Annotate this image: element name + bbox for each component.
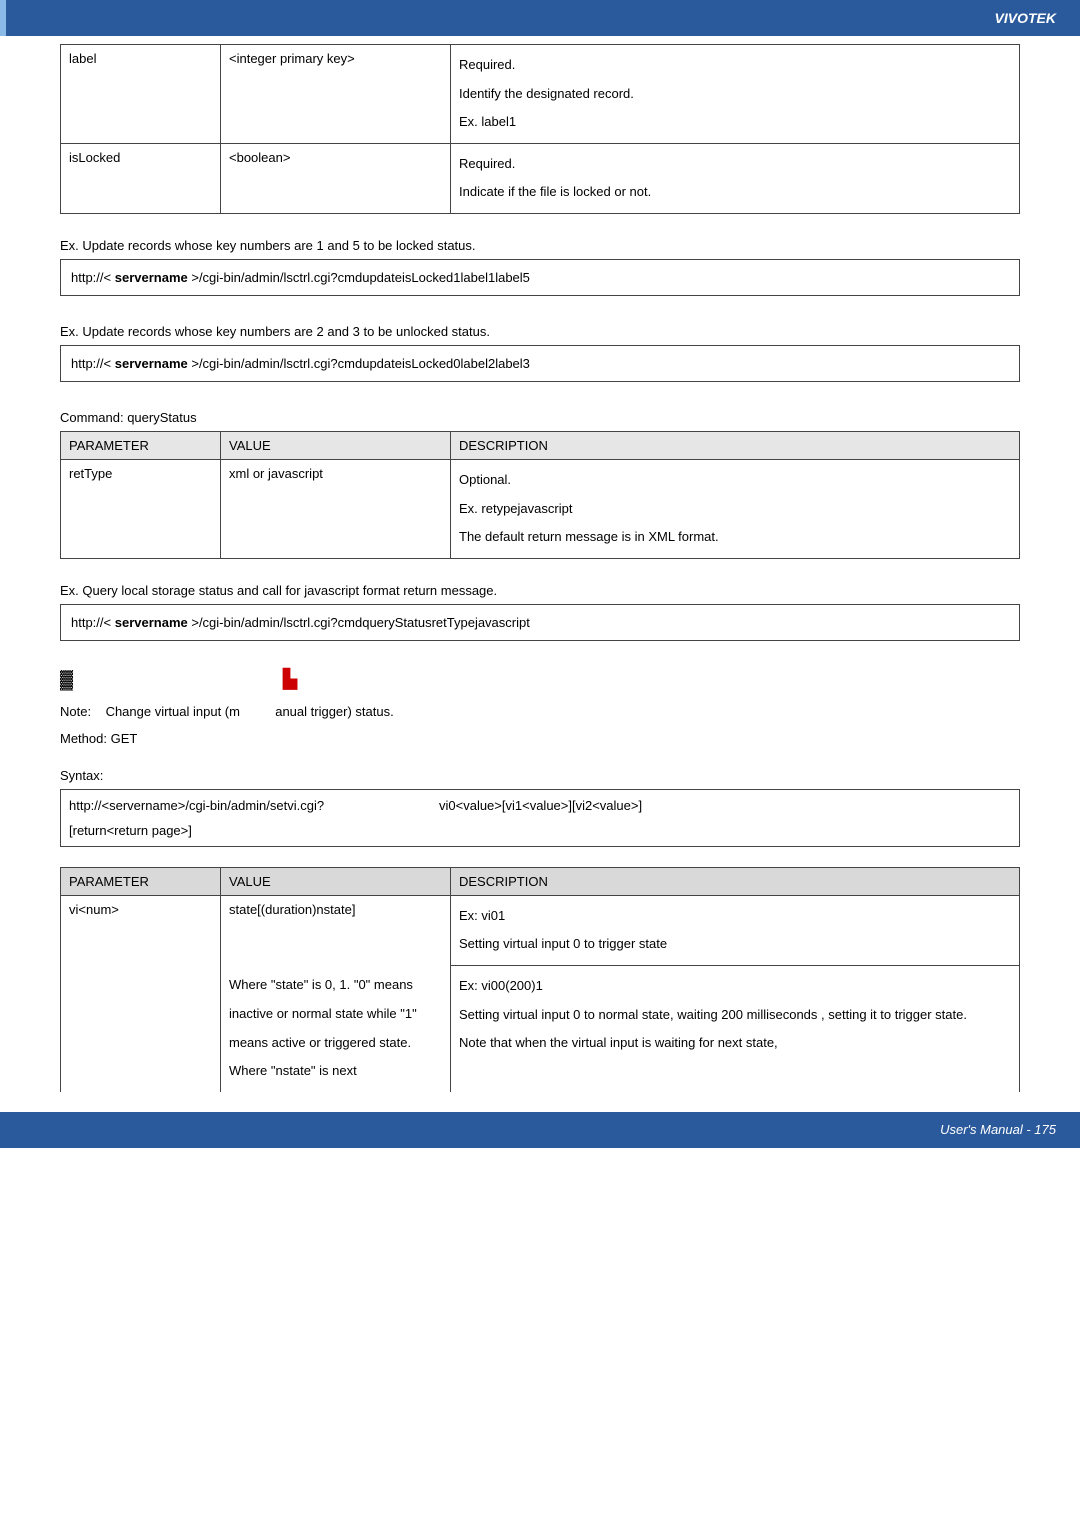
cell-param: isLocked [61, 143, 221, 213]
cell-param: vi<num> [61, 895, 221, 1092]
col-parameter: PARAMETER [61, 867, 221, 895]
section-decorative-glyphs: ▓ ▙ [60, 669, 1020, 690]
page-content: label <integer primary key> Required. Id… [0, 36, 1080, 1092]
cell-value: <boolean> [221, 143, 451, 213]
glyph-icon: ▙ [283, 669, 297, 690]
code-servername: servername [115, 356, 188, 371]
cell-desc-text: Required. Indicate if the file is locked… [459, 150, 1011, 207]
table-header-row: PARAMETER VALUE DESCRIPTION [61, 431, 1020, 459]
example-3-caption: Ex. Query local storage status and call … [60, 583, 1020, 598]
col-value: VALUE [221, 431, 451, 459]
header-bar: VIVOTEK [0, 0, 1080, 36]
example-3-code: http://< servername >/cgi-bin/admin/lsct… [60, 604, 1020, 641]
code-prefix: http://< [71, 615, 115, 630]
table-row: retType xml or javascript Optional. Ex. … [61, 459, 1020, 558]
note-body-part2: anual trigger) status. [275, 704, 394, 719]
syntax-label: Syntax: [60, 768, 1020, 783]
cell-desc-top-text: Ex: vi01 Setting virtual input 0 to trig… [459, 902, 1011, 959]
table-row: label <integer primary key> Required. Id… [61, 45, 1020, 144]
code-prefix: http://< [71, 356, 115, 371]
example-2-caption: Ex. Update records whose key numbers are… [60, 324, 1020, 339]
col-description: DESCRIPTION [451, 867, 1020, 895]
footer-bar: User's Manual - 175 [0, 1112, 1080, 1148]
cell-value: <integer primary key> [221, 45, 451, 144]
table-row: isLocked <boolean> Required. Indicate if… [61, 143, 1020, 213]
code-prefix: http://< [71, 270, 115, 285]
cell-value-rest-text: Where "state" is 0, 1. "0" means inactiv… [229, 971, 442, 1085]
example-1-caption: Ex. Update records whose key numbers are… [60, 238, 1020, 253]
code-suffix: >/cgi-bin/admin/lsctrl.cgi?cmdqueryStatu… [188, 615, 530, 630]
code-servername: servername [115, 270, 188, 285]
col-value: VALUE [221, 867, 451, 895]
cell-desc: Optional. Ex. retypejavascript The defau… [451, 459, 1020, 558]
col-description: DESCRIPTION [451, 431, 1020, 459]
cell-desc-bottom-text: Ex: vi00(200)1 Setting virtual input 0 t… [459, 972, 1011, 1058]
cell-desc-text: Optional. Ex. retypejavascript The defau… [459, 466, 1011, 552]
glyph-icon: ▓ [60, 669, 73, 690]
col-parameter: PARAMETER [61, 431, 221, 459]
cell-value: xml or javascript [221, 459, 451, 558]
note-body-part1: Change virtual input (m [106, 704, 240, 719]
note-line: Note: Change virtual input (m anual trig… [60, 704, 1020, 719]
syntax-line2: [return<return page>] [69, 823, 1011, 838]
table-header-row: PARAMETER VALUE DESCRIPTION [61, 867, 1020, 895]
code-suffix: >/cgi-bin/admin/lsctrl.cgi?cmdupdateisLo… [188, 270, 530, 285]
example-1-code: http://< servername >/cgi-bin/admin/lsct… [60, 259, 1020, 296]
code-suffix: >/cgi-bin/admin/lsctrl.cgi?cmdupdateisLo… [188, 356, 530, 371]
example-2-code: http://< servername >/cgi-bin/admin/lsct… [60, 345, 1020, 382]
cell-value-top: state[(duration)nstate] [221, 895, 451, 965]
cell-param: retType [61, 459, 221, 558]
cell-desc-bottom: Ex: vi00(200)1 Setting virtual input 0 t… [451, 965, 1020, 1091]
note-prefix: Note: [60, 704, 91, 719]
syntax-right: vi0<value>[vi1<value>][vi2<value>] [439, 798, 642, 813]
cell-value-rest: Where "state" is 0, 1. "0" means inactiv… [221, 965, 451, 1091]
footer-text: User's Manual - 175 [940, 1122, 1056, 1137]
cell-param: label [61, 45, 221, 144]
command-querystatus-label: Command: queryStatus [60, 410, 1020, 425]
cell-desc-text: Required. Identify the designated record… [459, 51, 1011, 137]
code-servername: servername [115, 615, 188, 630]
cell-desc: Required. Identify the designated record… [451, 45, 1020, 144]
syntax-box: http://<servername>/cgi-bin/admin/setvi.… [60, 789, 1020, 847]
table-row: vi<num> state[(duration)nstate] Ex: vi01… [61, 895, 1020, 965]
table-label-islocked: label <integer primary key> Required. Id… [60, 44, 1020, 214]
cell-desc-top: Ex: vi01 Setting virtual input 0 to trig… [451, 895, 1020, 965]
table-querystatus: PARAMETER VALUE DESCRIPTION retType xml … [60, 431, 1020, 559]
brand-label: VIVOTEK [995, 10, 1056, 26]
method-line: Method: GET [60, 731, 1020, 746]
table-vi-num: PARAMETER VALUE DESCRIPTION vi<num> stat… [60, 867, 1020, 1092]
syntax-left: http://<servername>/cgi-bin/admin/setvi.… [69, 798, 439, 813]
cell-desc: Required. Indicate if the file is locked… [451, 143, 1020, 213]
